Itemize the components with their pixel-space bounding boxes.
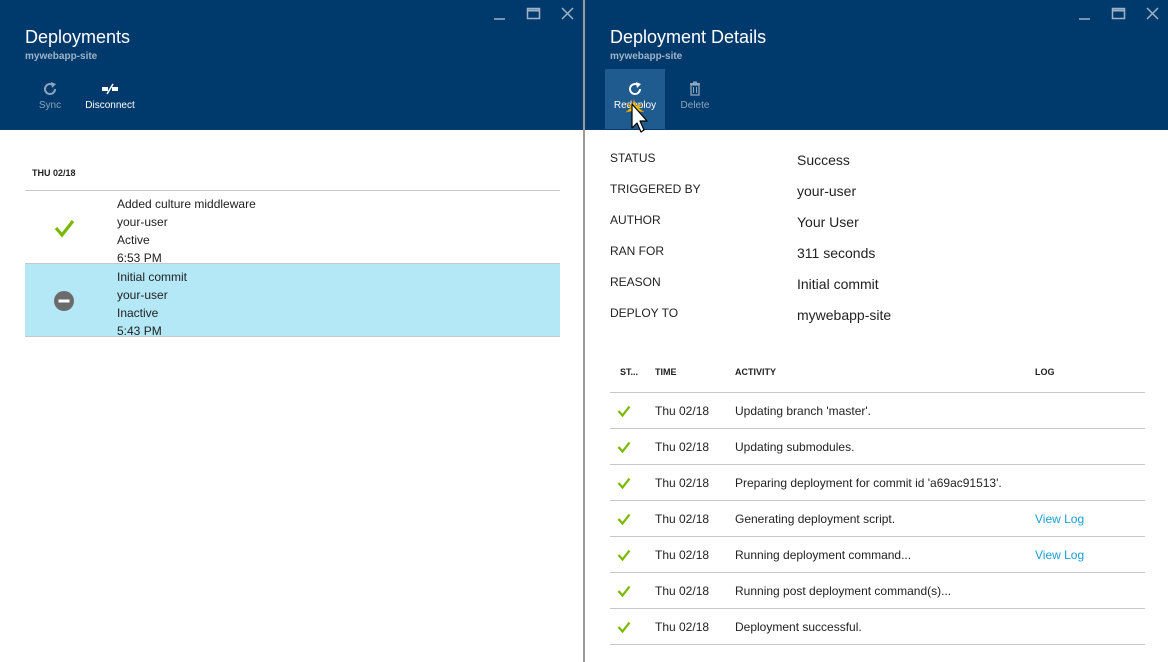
deployment-time: 5:43 PM bbox=[117, 324, 162, 338]
checkmark-icon bbox=[617, 440, 631, 454]
delete-button[interactable]: Delete bbox=[675, 69, 715, 129]
status-value: Success bbox=[797, 152, 850, 168]
view-log-link[interactable]: View Log bbox=[1035, 512, 1084, 526]
row-time: Thu 02/18 bbox=[655, 584, 710, 598]
minimize-icon[interactable] bbox=[492, 6, 508, 22]
maximize-icon[interactable] bbox=[526, 6, 542, 22]
blade-title: Deployments bbox=[25, 27, 131, 47]
triggered-by-value: your-user bbox=[797, 183, 857, 199]
ran-for-value: 311 seconds bbox=[797, 245, 876, 261]
close-icon[interactable] bbox=[1145, 6, 1161, 22]
row-activity: Running deployment command... bbox=[735, 548, 912, 562]
sync-icon bbox=[40, 79, 60, 99]
blade-subtitle: mywebapp-site bbox=[25, 51, 98, 62]
disconnect-label: Disconnect bbox=[85, 100, 135, 111]
column-header-log[interactable]: LOG bbox=[1035, 367, 1055, 377]
table-row[interactable]: Thu 02/18 Running deployment command... … bbox=[610, 537, 1145, 573]
minus-circle-icon bbox=[53, 290, 75, 312]
redeploy-icon bbox=[625, 79, 645, 99]
ran-for-label: RAN FOR bbox=[610, 244, 664, 258]
blade-title: Deployment Details bbox=[610, 27, 767, 47]
triggered-by-label: TRIGGERED BY bbox=[610, 182, 701, 196]
table-row[interactable]: Thu 02/18 Preparing deployment for commi… bbox=[610, 465, 1145, 501]
row-activity: Updating branch 'master'. bbox=[735, 404, 871, 418]
checkmark-icon bbox=[617, 584, 631, 598]
row-time: Thu 02/18 bbox=[655, 476, 710, 490]
deployment-author: your-user bbox=[117, 215, 168, 229]
sync-button[interactable]: Sync bbox=[32, 69, 68, 129]
row-time: Thu 02/18 bbox=[655, 440, 710, 454]
row-activity: Updating submodules. bbox=[735, 440, 855, 454]
checkmark-icon bbox=[53, 217, 75, 239]
row-activity: Running post deployment command(s)... bbox=[735, 584, 952, 598]
checkmark-icon bbox=[617, 404, 631, 418]
deployment-message: Added culture middleware bbox=[117, 197, 256, 211]
checkmark-icon bbox=[617, 476, 631, 490]
row-activity: Generating deployment script. bbox=[735, 512, 896, 526]
sync-label: Sync bbox=[38, 100, 62, 111]
blade-subtitle: mywebapp-site bbox=[610, 51, 683, 62]
redeploy-button[interactable]: Redeploy bbox=[605, 69, 665, 129]
deployment-item[interactable]: Added culture middleware your-user Activ… bbox=[25, 191, 560, 265]
row-time: Thu 02/18 bbox=[655, 404, 710, 418]
deploy-to-value: mywebapp-site bbox=[797, 307, 892, 323]
deployment-item-selected[interactable]: Initial commit your-user Inactive 5:43 P… bbox=[25, 264, 560, 338]
date-group-header: THU 02/18 bbox=[32, 168, 76, 178]
deployment-message: Initial commit bbox=[117, 270, 188, 284]
row-time: Thu 02/18 bbox=[655, 548, 710, 562]
table-row[interactable]: Thu 02/18 Running post deployment comman… bbox=[610, 573, 1145, 609]
trash-icon bbox=[685, 79, 705, 99]
disconnect-icon bbox=[100, 79, 120, 99]
close-icon[interactable] bbox=[560, 6, 576, 22]
deployment-state: Active bbox=[117, 233, 150, 247]
view-log-link[interactable]: View Log bbox=[1035, 548, 1084, 562]
column-header-status[interactable]: ST... bbox=[620, 367, 638, 377]
table-row[interactable]: Thu 02/18 Deployment successful. bbox=[610, 609, 1145, 645]
row-activity: Preparing deployment for commit id 'a69a… bbox=[735, 476, 1002, 490]
deploy-to-label: DEPLOY TO bbox=[610, 306, 679, 320]
row-activity: Deployment successful. bbox=[735, 620, 862, 634]
table-row[interactable]: Thu 02/18 Updating submodules. bbox=[610, 429, 1145, 465]
deployments-blade: Deployments mywebapp-site Sync Disconnec… bbox=[0, 0, 583, 662]
deployment-details-blade: Deployment Details mywebapp-site Redeplo… bbox=[585, 0, 1168, 662]
checkmark-icon bbox=[617, 548, 631, 562]
delete-label: Delete bbox=[680, 100, 710, 111]
disconnect-button[interactable]: Disconnect bbox=[80, 69, 140, 129]
column-header-time[interactable]: TIME bbox=[655, 367, 677, 377]
table-row[interactable]: Thu 02/18 Updating branch 'master'. bbox=[610, 393, 1145, 429]
checkmark-icon bbox=[617, 620, 631, 634]
status-label: STATUS bbox=[610, 151, 656, 165]
column-header-activity[interactable]: ACTIVITY bbox=[735, 367, 776, 377]
deployment-details-header: Deployment Details mywebapp-site Redeplo… bbox=[585, 0, 1168, 130]
redeploy-label: Redeploy bbox=[613, 100, 657, 111]
row-time: Thu 02/18 bbox=[655, 512, 710, 526]
minimize-icon[interactable] bbox=[1077, 6, 1093, 22]
table-row[interactable]: Thu 02/18 Generating deployment script. … bbox=[610, 501, 1145, 537]
row-time: Thu 02/18 bbox=[655, 620, 710, 634]
deployments-blade-header: Deployments mywebapp-site Sync Disconnec… bbox=[0, 0, 583, 130]
author-value: Your User bbox=[797, 214, 859, 230]
author-label: AUTHOR bbox=[610, 213, 661, 227]
reason-value: Initial commit bbox=[797, 276, 879, 292]
deployment-author: your-user bbox=[117, 288, 168, 302]
deployment-state: Inactive bbox=[117, 306, 159, 320]
reason-label: REASON bbox=[610, 275, 661, 289]
maximize-icon[interactable] bbox=[1111, 6, 1127, 22]
checkmark-icon bbox=[617, 512, 631, 526]
